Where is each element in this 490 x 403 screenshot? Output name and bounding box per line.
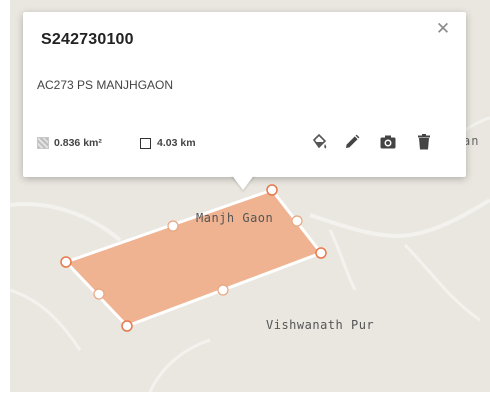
polygon-vertex <box>121 320 133 332</box>
perimeter-value: 4.03 km <box>157 137 196 149</box>
area-icon <box>37 137 49 149</box>
trash-icon[interactable] <box>415 133 433 151</box>
popup-subtitle: AC273 PS MANJHGAON <box>37 78 174 92</box>
polygon-vertex <box>315 247 327 259</box>
popup-title: S242730100 <box>41 31 134 48</box>
polygon-vertex <box>266 184 278 196</box>
camera-icon[interactable] <box>379 133 397 151</box>
perimeter-icon <box>140 137 151 149</box>
polygon-midpoint <box>93 288 105 300</box>
polygon-midpoint <box>291 215 303 227</box>
paint-bucket-icon[interactable] <box>310 133 328 151</box>
close-icon[interactable]: ✕ <box>434 20 452 38</box>
place-label-vishwanath-pur: Vishwanath Pur <box>266 318 375 332</box>
area-value: 0.836 km² <box>54 137 102 149</box>
area-measurement: 0.836 km² <box>37 137 102 149</box>
place-label-manjh-gaon: Manjh Gaon <box>196 211 274 225</box>
polygon-shape <box>63 188 324 328</box>
polygon-midpoint <box>217 284 229 296</box>
polygon-midpoint <box>167 220 179 232</box>
popup-pointer <box>231 174 255 190</box>
polygon-vertex <box>60 256 72 268</box>
info-popup: S242730100 ✕ AC273 PS MANJHGAON 0.836 km… <box>23 12 466 177</box>
pencil-icon[interactable] <box>343 133 361 151</box>
perimeter-measurement: 4.03 km <box>140 137 196 149</box>
